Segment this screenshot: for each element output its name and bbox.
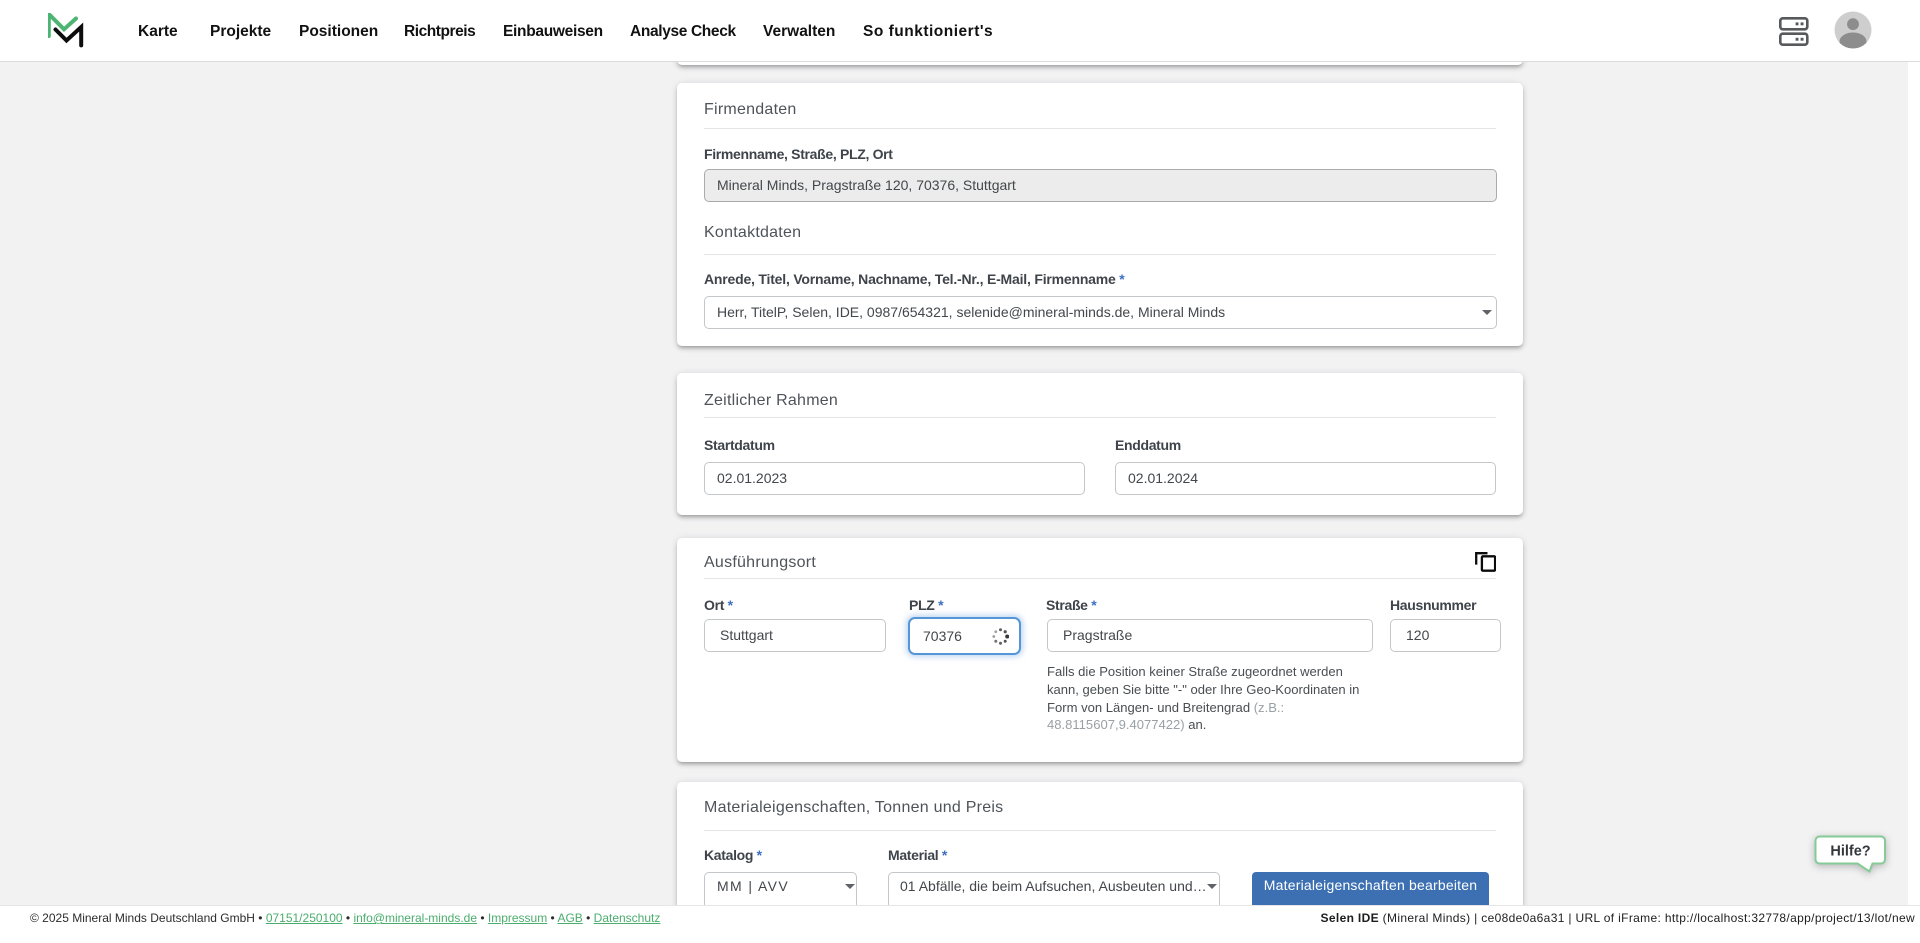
svg-text:Hilfe?: Hilfe? [1830, 844, 1870, 860]
